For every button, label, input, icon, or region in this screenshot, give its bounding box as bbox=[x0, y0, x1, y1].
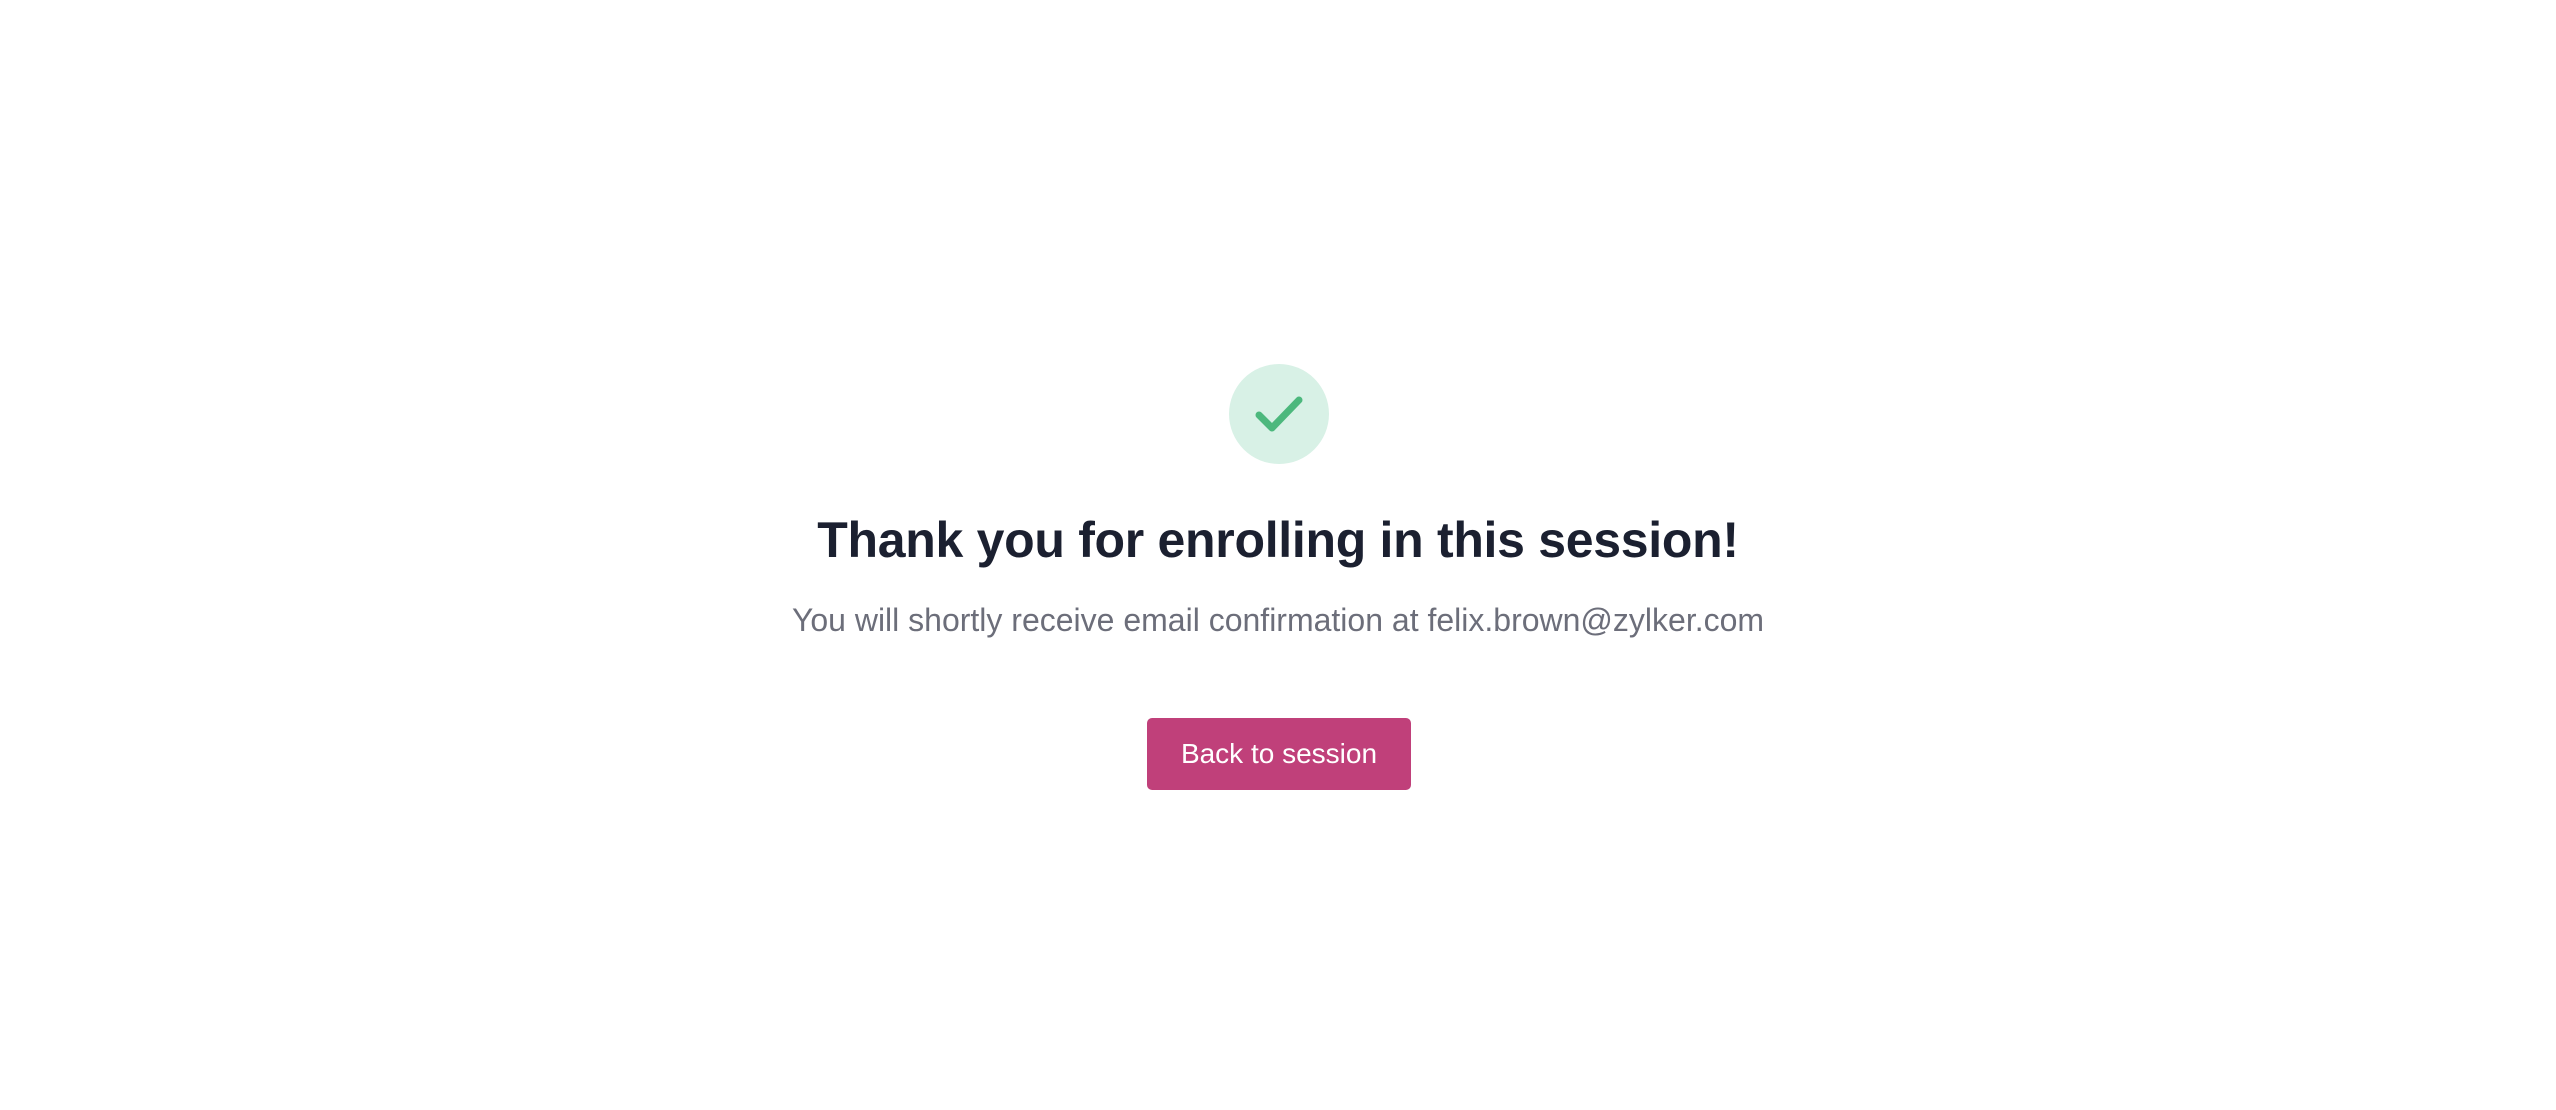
back-to-session-button[interactable]: Back to session bbox=[1146, 718, 1412, 790]
confirmation-title: Thank you for enrolling in this session! bbox=[817, 512, 1739, 568]
confirmation-panel: Thank you for enrolling in this session!… bbox=[0, 364, 2556, 790]
confirmation-message: You will shortly receive email confirmat… bbox=[792, 600, 1764, 640]
confirmation-email: felix.brown@zylker.com bbox=[1427, 602, 1765, 638]
confirmation-message-text: You will shortly receive email confirmat… bbox=[791, 602, 1419, 638]
enrollment-confirmation-page: Thank you for enrolling in this session!… bbox=[0, 0, 2556, 1110]
success-badge bbox=[1229, 364, 1329, 464]
check-icon bbox=[1255, 396, 1303, 432]
